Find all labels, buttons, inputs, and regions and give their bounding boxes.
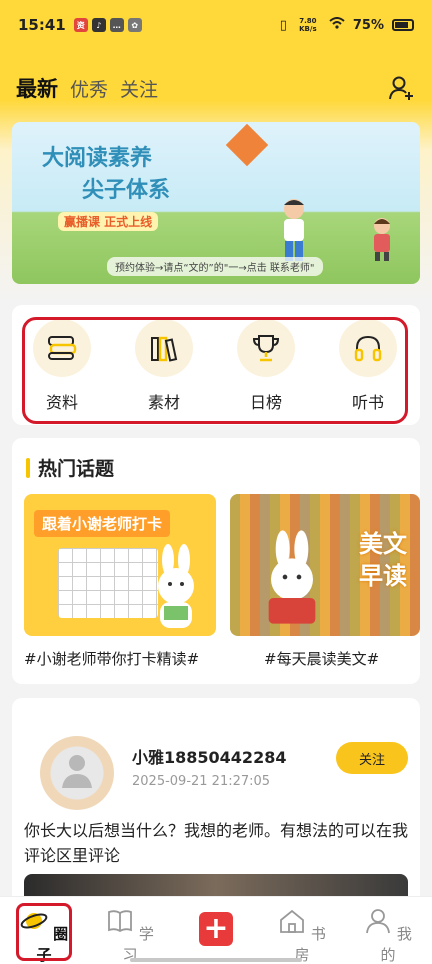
hot-topics-title: 热门话题 — [38, 458, 115, 480]
promo-banner[interactable]: 大阅读素养 尖子体系 赢播课 正式上线 预约体验→请点“文的”的"一→点击 联系… — [12, 122, 420, 284]
battery-icon — [392, 19, 414, 31]
pinwheel-icon: ✿ — [127, 18, 142, 32]
tab-following[interactable]: 关注 — [120, 75, 158, 102]
follow-button[interactable]: 关注 — [336, 742, 408, 774]
post-username[interactable]: 小雅18850442284 — [132, 744, 286, 768]
vibrate-icon: ▯ — [279, 17, 287, 33]
bunny-illustration — [158, 544, 194, 628]
tab-excellent[interactable]: 优秀 — [70, 75, 108, 102]
home-indicator[interactable] — [130, 958, 302, 962]
banner-tag: 赢播课 正式上线 — [58, 212, 159, 231]
book-icon — [108, 910, 132, 933]
notification-icons: 资 ♪ … ✿ — [73, 18, 142, 32]
network-speed: 7.80 KB/s — [299, 17, 317, 33]
highlight-outline-nav-circle — [16, 903, 72, 961]
app-notification-icon: 资 — [73, 18, 88, 32]
header-tabs: 最新 优秀 关注 — [16, 70, 416, 106]
avatar[interactable] — [40, 736, 114, 810]
chat-icon: … — [109, 18, 124, 32]
topic-image-caption: 跟着小谢老师打卡 — [34, 510, 171, 537]
calendar-illustration — [58, 548, 158, 618]
topic-card-morning-reading[interactable]: 美文早读 — [230, 494, 420, 636]
default-avatar-icon — [62, 755, 92, 788]
wifi-icon — [329, 17, 345, 33]
battery-percent: 75% — [352, 17, 384, 33]
girl-illustration — [374, 218, 390, 261]
banner-title-line1: 大阅读素养 — [42, 146, 153, 171]
banner-footer: 预约体验→请点“文的”的"一→点击 联系老师" — [107, 257, 323, 276]
post-card[interactable]: 小雅18850442284 2025-09-21 21:27:05 关注 你长大… — [12, 698, 420, 918]
tiktok-icon: ♪ — [91, 18, 106, 32]
section-title: 热门话题 — [26, 454, 114, 481]
status-bar: 15:41 资 ♪ … ✿ ▯ 7.80 KB/s 75% — [0, 0, 432, 50]
banner-title-line2: 尖子体系 — [82, 178, 171, 203]
topic-label[interactable]: #小谢老师带你打卡精读# — [24, 648, 199, 669]
topic-card-checkin[interactable]: 跟着小谢老师打卡 — [24, 494, 216, 636]
status-time: 15:41 — [18, 16, 66, 34]
hot-topics-card: 热门话题 跟着小谢老师打卡 美文早读 #小谢老师带你打卡精读# #每天晨读美文# — [12, 438, 420, 684]
kite-illustration — [225, 123, 269, 167]
tab-latest[interactable]: 最新 — [16, 73, 58, 103]
nav-mine[interactable]: 我的 — [358, 907, 418, 964]
topic-image-caption: 美文早读 — [359, 530, 407, 590]
post-content[interactable]: 你长大以后想当什么？我想的老师。有想法的可以在我评论区里评论 — [24, 818, 414, 868]
bunny-illustration — [268, 530, 316, 624]
nav-bookroom[interactable]: 书房 — [272, 907, 332, 964]
status-right: ▯ 7.80 KB/s 75% — [280, 17, 414, 33]
house-icon — [280, 909, 304, 933]
highlight-outline-quick-nav — [22, 317, 408, 424]
topic-label[interactable]: #每天晨读美文# — [264, 648, 379, 669]
nav-study[interactable]: 学习 — [100, 907, 160, 964]
add-user-icon[interactable] — [388, 74, 416, 102]
post-timestamp: 2025-09-21 21:27:05 — [132, 774, 271, 789]
plus-icon[interactable]: + — [199, 912, 233, 946]
title-accent-bar — [26, 457, 30, 478]
person-icon — [366, 909, 390, 934]
